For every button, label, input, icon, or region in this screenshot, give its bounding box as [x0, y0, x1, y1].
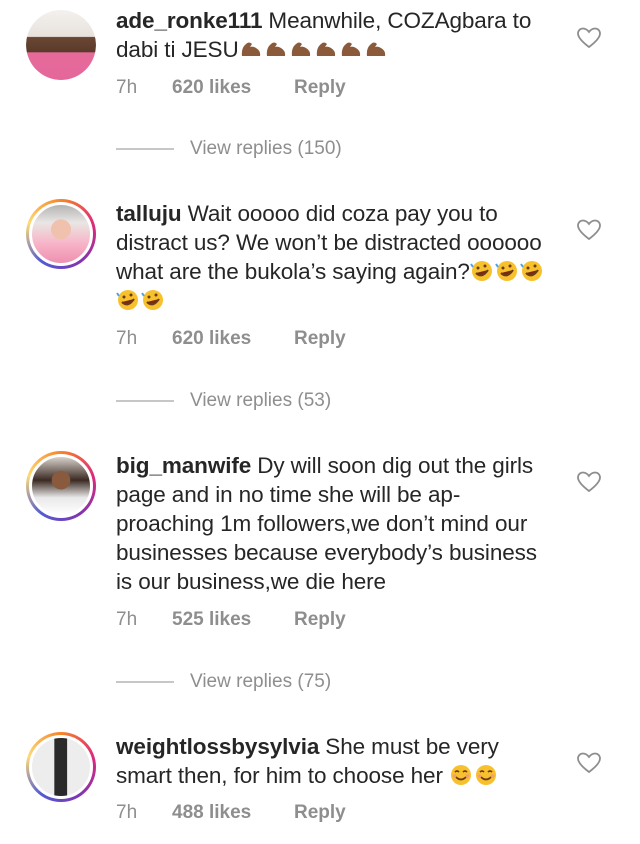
- comment-username[interactable]: talluju: [116, 201, 182, 226]
- reply-button[interactable]: Reply: [294, 328, 346, 350]
- comment-meta: 7h 488 likes Reply: [116, 802, 346, 824]
- muscle-emoji-icon: [239, 37, 389, 62]
- like-heart-icon[interactable]: [576, 751, 602, 775]
- view-replies-button[interactable]: View replies (150): [116, 138, 342, 160]
- avatar[interactable]: [26, 451, 96, 521]
- comment-likes[interactable]: 525 likes: [172, 609, 294, 631]
- divider-line: [116, 681, 174, 683]
- comment-text: weightlossbysylvia She must be very smart…: [116, 732, 556, 790]
- comment-username[interactable]: ade_ronke111: [116, 8, 263, 33]
- comment-username[interactable]: big_manwife: [116, 453, 251, 478]
- like-heart-icon[interactable]: [576, 470, 602, 494]
- comment-text: talluju Wait ooooo did coza pay you to di…: [116, 199, 556, 315]
- reply-button[interactable]: Reply: [294, 802, 346, 824]
- comment-meta: 7h 620 likes Reply: [116, 77, 346, 99]
- reply-button[interactable]: Reply: [294, 77, 346, 99]
- comment-time: 7h: [116, 77, 138, 98]
- view-replies-label: View replies (53): [190, 390, 332, 411]
- comment-likes[interactable]: 620 likes: [172, 77, 294, 99]
- divider-line: [116, 400, 174, 402]
- avatar[interactable]: [26, 732, 96, 802]
- comment-time: 7h: [116, 609, 138, 630]
- reply-button[interactable]: Reply: [294, 609, 346, 631]
- smile-emoji-icon: [449, 763, 499, 788]
- comment-time: 7h: [116, 328, 138, 349]
- comment-text: big_manwife Dy will soon dig out the girl…: [116, 451, 556, 596]
- avatar[interactable]: [26, 199, 96, 269]
- view-replies-button[interactable]: View replies (75): [116, 671, 331, 693]
- comment-likes[interactable]: 488 likes: [172, 802, 294, 824]
- like-heart-icon[interactable]: [576, 218, 602, 242]
- comment-meta: 7h 525 likes Reply: [116, 609, 346, 631]
- comment-likes[interactable]: 620 likes: [172, 328, 294, 350]
- like-heart-icon[interactable]: [576, 26, 602, 50]
- divider-line: [116, 148, 174, 150]
- view-replies-label: View replies (150): [190, 138, 342, 159]
- comment-meta: 7h 620 likes Reply: [116, 328, 346, 350]
- comment-time: 7h: [116, 802, 138, 823]
- comment-username[interactable]: weightlossbysylvia: [116, 734, 319, 759]
- view-replies-label: View replies (75): [190, 671, 332, 692]
- avatar[interactable]: [26, 10, 96, 80]
- view-replies-button[interactable]: View replies (53): [116, 390, 331, 412]
- comment-text: ade_ronke111 Meanwhile, COZAgbara to dabi…: [116, 6, 556, 64]
